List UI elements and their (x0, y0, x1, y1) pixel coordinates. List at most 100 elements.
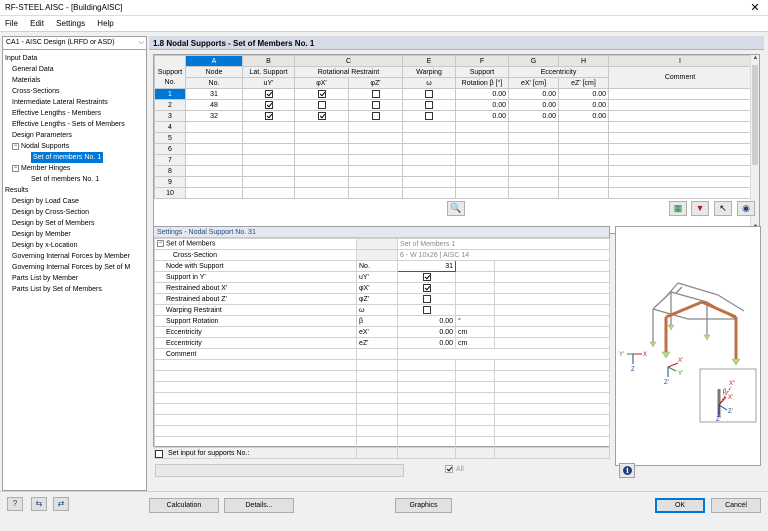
rotation-cell[interactable]: 0.00 (455, 88, 509, 100)
rot-x-cell[interactable] (294, 110, 349, 122)
comment-cell[interactable] (608, 143, 752, 155)
rot-z-cell[interactable] (348, 143, 403, 155)
warping-cell[interactable] (402, 176, 456, 188)
row-number[interactable]: 8 (154, 165, 186, 177)
col-letter-f[interactable]: F (455, 55, 509, 67)
ecc-z-cell[interactable] (558, 165, 609, 177)
lat-support-checkbox[interactable] (264, 90, 273, 98)
node-cell[interactable] (185, 165, 243, 177)
rot-z-cell[interactable] (348, 176, 403, 188)
tree-item[interactable]: − Nodal Supports (12, 141, 69, 152)
rot-z-cell[interactable] (348, 187, 403, 199)
comment-cell[interactable] (608, 99, 752, 111)
node-cell[interactable] (185, 187, 243, 199)
rotation-cell[interactable]: 0.00 (455, 99, 509, 111)
case-combo[interactable]: CA1 - AISC Design (LRFD or ASD) ⌵ (3, 37, 146, 50)
col-letter-g[interactable]: G (508, 55, 559, 67)
warping-cell[interactable] (402, 88, 456, 100)
lat-support-cell[interactable] (242, 121, 295, 133)
tree-item[interactable]: Design by Member (12, 229, 71, 240)
warping-cell[interactable] (402, 187, 456, 199)
menu-edit[interactable]: Edit (25, 16, 49, 28)
rot-x-cell[interactable] (294, 121, 349, 133)
ecc-z-cell[interactable] (558, 154, 609, 166)
rotation-cell[interactable] (455, 176, 509, 188)
rot-x-cell[interactable] (294, 99, 349, 111)
graphics-button[interactable]: Graphics (395, 498, 452, 513)
node-cell[interactable]: 32 (185, 110, 243, 122)
tree-item[interactable]: Cross-Sections (12, 86, 59, 97)
rot-z-cell[interactable] (348, 132, 403, 144)
tree-item[interactable]: Governing Internal Forces by Member (12, 251, 130, 262)
tree-item[interactable]: Governing Internal Forces by Set of M (12, 262, 130, 273)
row-number[interactable]: 10 (154, 187, 186, 199)
calculation-button[interactable]: Calculation (149, 498, 219, 513)
pick-node-button[interactable]: ↖ (714, 201, 732, 216)
ecc-z-cell[interactable]: 0.00 (558, 88, 609, 100)
rot-z-cell[interactable] (348, 99, 403, 111)
rotation-cell[interactable] (455, 143, 509, 155)
comment-field[interactable] (396, 348, 611, 360)
ok-button[interactable]: OK (655, 498, 705, 513)
node-cell[interactable]: 31 (185, 88, 243, 100)
row-number[interactable]: 3 (154, 110, 186, 122)
ecc-x-cell[interactable] (508, 154, 559, 166)
comment-cell[interactable] (608, 176, 752, 188)
menu-help[interactable]: Help (92, 16, 118, 28)
ecc-x-cell[interactable] (508, 165, 559, 177)
cancel-button[interactable]: Cancel (711, 498, 761, 513)
rot-x-cell[interactable] (294, 88, 349, 100)
collapse-icon[interactable]: − (12, 164, 19, 172)
col-letter-b[interactable]: B (242, 55, 295, 67)
node-cell[interactable] (185, 176, 243, 188)
rot-z-checkbox[interactable] (371, 90, 380, 98)
collapse-icon[interactable]: − (12, 142, 19, 150)
ecc-x-cell[interactable] (508, 132, 559, 144)
rot-x-cell[interactable] (294, 187, 349, 199)
tree-item[interactable]: Effective Lengths - Members (12, 108, 101, 119)
lat-support-cell[interactable] (242, 154, 295, 166)
node-cell[interactable] (185, 154, 243, 166)
rotation-cell[interactable] (455, 154, 509, 166)
tree-item[interactable]: − Member Hinges (12, 163, 70, 174)
col-letter-a[interactable]: A (185, 55, 243, 67)
setting-value[interactable] (397, 271, 456, 283)
node-cell[interactable]: 48 (185, 99, 243, 111)
ecc-x-cell[interactable]: 0.00 (508, 88, 559, 100)
warping-checkbox[interactable] (425, 112, 433, 120)
ecc-z-cell[interactable]: 0.00 (558, 99, 609, 111)
tree-item[interactable]: Effective Lengths - Sets of Members (12, 119, 125, 130)
lat-support-cell[interactable] (242, 110, 295, 122)
setting-value[interactable] (397, 293, 456, 305)
close-icon[interactable]: ✕ (748, 0, 762, 16)
warping-cell[interactable] (402, 165, 456, 177)
comment-cell[interactable] (608, 132, 752, 144)
view-button[interactable]: ◉ (737, 201, 755, 216)
lat-support-cell[interactable] (242, 143, 295, 155)
row-number[interactable]: 7 (154, 154, 186, 166)
rot-z-checkbox[interactable] (371, 101, 380, 109)
warping-cell[interactable] (402, 154, 456, 166)
rotation-cell[interactable] (455, 187, 509, 199)
tree-item[interactable]: Parts List by Member (12, 273, 78, 284)
warping-checkbox[interactable] (425, 101, 433, 109)
rotation-cell[interactable] (455, 165, 509, 177)
setting-value[interactable]: 0.00 (397, 315, 456, 327)
details-button[interactable]: Details... (224, 498, 294, 513)
ecc-z-cell[interactable] (558, 176, 609, 188)
setting-value[interactable]: 0.00 (397, 326, 456, 338)
setting-value[interactable]: 0.00 (397, 337, 456, 349)
zoom-select-button[interactable]: 🔍 (447, 201, 465, 216)
rot-x-checkbox[interactable] (317, 90, 326, 98)
row-number[interactable]: 9 (154, 176, 186, 188)
rot-x-cell[interactable] (294, 176, 349, 188)
ecc-z-cell[interactable] (558, 132, 609, 144)
warping-cell[interactable] (402, 132, 456, 144)
rot-z-cell[interactable] (348, 121, 403, 133)
rot-z-cell[interactable] (348, 110, 403, 122)
rot-x-cell[interactable] (294, 154, 349, 166)
warping-cell[interactable] (402, 99, 456, 111)
collapse-icon[interactable]: − (157, 240, 164, 248)
node-cell[interactable] (185, 143, 243, 155)
tree-item[interactable]: Design by x-Location (12, 240, 77, 251)
